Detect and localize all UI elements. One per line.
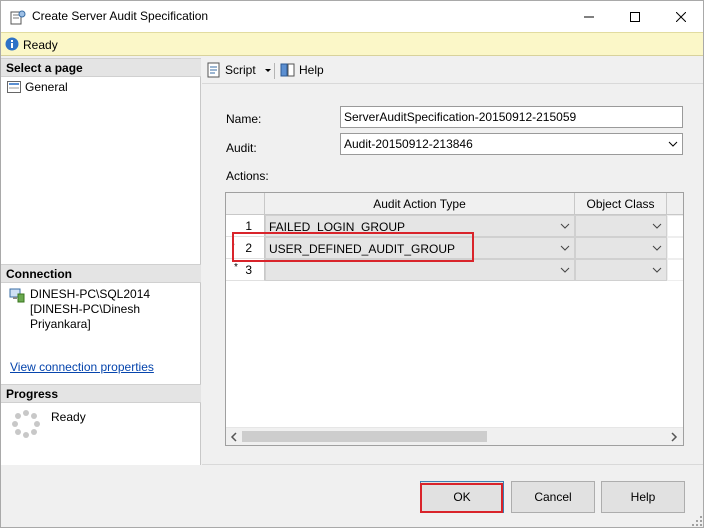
progress-status-text: Ready bbox=[51, 410, 86, 424]
object-class-cell[interactable] bbox=[575, 215, 667, 237]
help-icon bbox=[280, 63, 295, 77]
object-class-cell[interactable] bbox=[575, 259, 667, 281]
chevron-down-icon bbox=[264, 69, 271, 72]
connection-user: [DINESH-PC\Dinesh bbox=[30, 302, 141, 316]
dialog-window: Create Server Audit Specification Ready … bbox=[0, 0, 704, 528]
horizontal-scrollbar[interactable] bbox=[226, 427, 683, 445]
scroll-left-icon[interactable] bbox=[230, 432, 238, 442]
chevron-down-icon bbox=[560, 267, 570, 273]
audit-action-type-cell[interactable] bbox=[265, 259, 575, 281]
highlight-annotation bbox=[232, 232, 474, 262]
extra-cell bbox=[667, 237, 683, 259]
view-connection-properties-link[interactable]: View connection properties bbox=[10, 360, 154, 374]
new-row-marker: * bbox=[234, 262, 238, 273]
left-panel: Select a page General Connection DINESH-… bbox=[1, 58, 201, 465]
cancel-button[interactable]: Cancel bbox=[511, 481, 595, 513]
connection-info: DINESH-PC\SQL2014 [DINESH-PC\Dinesh Priy… bbox=[9, 287, 180, 332]
connection-header: Connection bbox=[1, 264, 201, 283]
minimize-button[interactable] bbox=[566, 1, 612, 32]
resize-grip-icon[interactable] bbox=[691, 515, 703, 527]
page-item-general[interactable]: General bbox=[7, 80, 68, 94]
audit-spec-icon bbox=[10, 10, 26, 25]
select-page-header: Select a page bbox=[1, 58, 201, 77]
actions-grid: Audit Action Type Object Class 1 FAILED_… bbox=[225, 192, 684, 446]
progress-spinner-icon bbox=[12, 410, 40, 438]
chevron-down-icon bbox=[652, 245, 662, 251]
script-button[interactable]: Script bbox=[206, 62, 273, 78]
script-label: Script bbox=[225, 63, 256, 77]
server-icon bbox=[9, 288, 25, 303]
column-header-extra bbox=[667, 193, 683, 215]
divider bbox=[202, 464, 703, 465]
column-header-audit-action-type[interactable]: Audit Action Type bbox=[265, 193, 575, 215]
window-title: Create Server Audit Specification bbox=[32, 9, 209, 23]
audit-select[interactable]: Audit-20150912-213846 bbox=[340, 133, 683, 155]
maximize-button[interactable] bbox=[612, 1, 658, 32]
table-row: * 3 bbox=[226, 259, 683, 281]
toolbar: Script Help bbox=[202, 58, 703, 84]
column-header-object-class[interactable]: Object Class bbox=[575, 193, 667, 215]
help-button[interactable]: Help bbox=[601, 481, 685, 513]
progress-header: Progress bbox=[1, 384, 201, 403]
highlight-annotation bbox=[420, 483, 503, 513]
row-number[interactable]: * 3 bbox=[226, 259, 265, 281]
help-toolbar-label: Help bbox=[299, 63, 324, 77]
script-icon bbox=[207, 62, 220, 78]
page-item-label: General bbox=[25, 80, 68, 94]
chevron-down-icon bbox=[652, 223, 662, 229]
extra-cell bbox=[667, 215, 683, 237]
close-icon bbox=[676, 11, 686, 22]
grid-empty-area bbox=[226, 281, 683, 427]
extra-cell bbox=[667, 259, 683, 281]
chevron-down-icon bbox=[668, 141, 678, 147]
name-input-value: ServerAuditSpecification-20150912-215059 bbox=[344, 110, 577, 124]
chevron-down-icon bbox=[560, 245, 570, 251]
status-bar: Ready bbox=[1, 32, 703, 56]
chevron-down-icon bbox=[652, 267, 662, 273]
name-input[interactable]: ServerAuditSpecification-20150912-215059 bbox=[340, 106, 683, 128]
object-class-cell[interactable] bbox=[575, 237, 667, 259]
close-button[interactable] bbox=[658, 1, 704, 32]
audit-select-value: Audit-20150912-213846 bbox=[344, 137, 473, 151]
actions-label: Actions: bbox=[226, 169, 269, 183]
status-text: Ready bbox=[23, 38, 58, 52]
toolbar-separator bbox=[274, 63, 275, 79]
scroll-right-icon[interactable] bbox=[670, 432, 678, 442]
audit-label: Audit: bbox=[226, 141, 257, 155]
title-bar: Create Server Audit Specification bbox=[1, 1, 703, 32]
page-icon bbox=[7, 81, 21, 93]
scrollbar-thumb[interactable] bbox=[242, 431, 487, 442]
maximize-icon bbox=[630, 11, 640, 22]
connection-server: DINESH-PC\SQL2014 bbox=[30, 287, 151, 301]
grid-corner bbox=[226, 193, 265, 215]
connection-text: DINESH-PC\SQL2014 [DINESH-PC\Dinesh Priy… bbox=[30, 287, 180, 332]
name-label: Name: bbox=[226, 112, 262, 126]
info-icon bbox=[5, 37, 19, 51]
progress-status: Ready bbox=[11, 409, 86, 439]
help-toolbar-button[interactable]: Help bbox=[280, 62, 324, 78]
connection-user-cont: Priyankara] bbox=[30, 317, 91, 331]
chevron-down-icon bbox=[560, 223, 570, 229]
minimize-icon bbox=[584, 16, 594, 17]
